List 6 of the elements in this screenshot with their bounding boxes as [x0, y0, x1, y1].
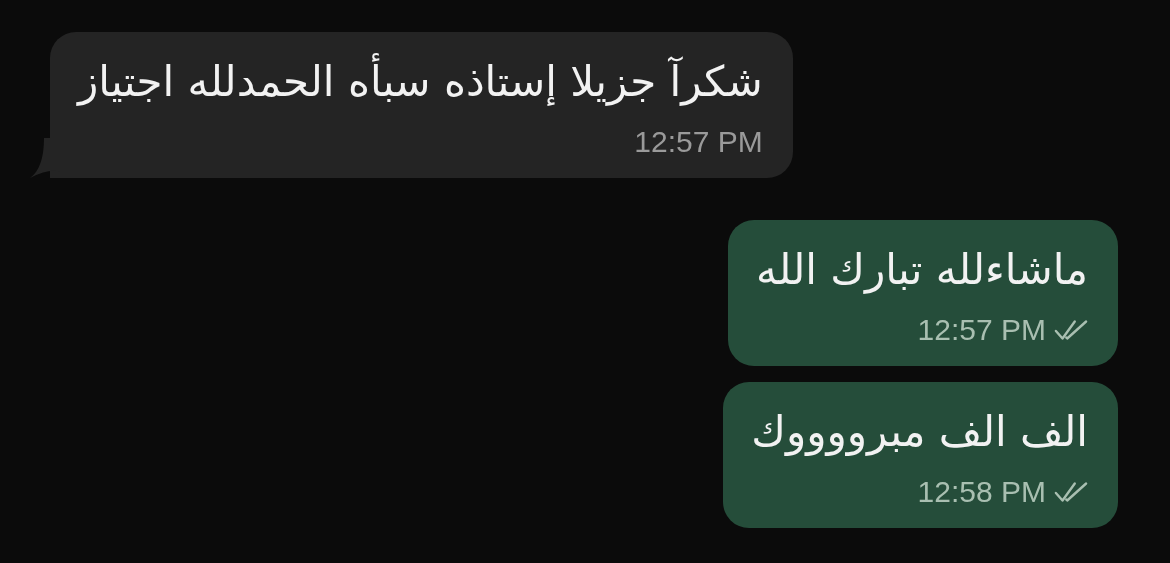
message-time: 12:57 PM [634, 124, 763, 160]
message-time: 12:57 PM [917, 312, 1046, 348]
message-time: 12:58 PM [917, 474, 1046, 510]
message-text: الف الف مبرووووك [751, 406, 1088, 458]
message-text: ماشاءلله تبارك الله [756, 244, 1088, 296]
message-text: شكرآ جزيلا إستاذه سبأه الحمدلله اجتياز [78, 52, 763, 112]
